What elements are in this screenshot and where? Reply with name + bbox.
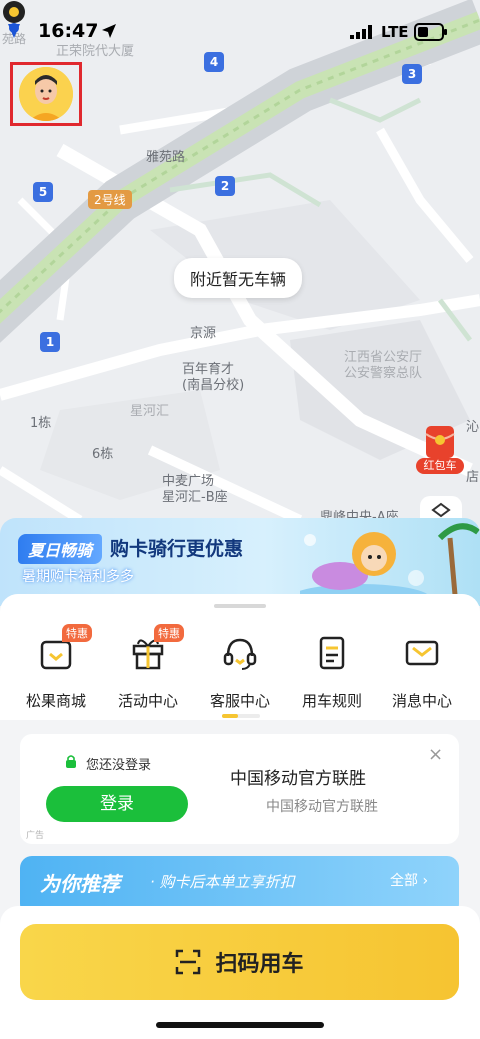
map-label: 沁 [466, 420, 480, 435]
route-badge: 3 [402, 64, 422, 84]
network-type: LTE [381, 23, 409, 41]
headset-icon [223, 638, 257, 670]
page-indicator [222, 714, 260, 718]
special-offer-badge: 特惠 [154, 624, 184, 642]
promo-mascot-illustration [300, 523, 480, 606]
promo-subtitle: 暑期购卡福利多多 [22, 569, 134, 585]
route-badge: 1 [40, 332, 60, 352]
rules-document-icon [319, 636, 345, 670]
menu-label: 消息中心 [391, 692, 452, 710]
promo-banner[interactable]: 夏日畅骑 购卡骑行更优惠 暑期购卡福利多多 [0, 518, 480, 606]
menu-panel: 特惠 松果商城 特惠 活动中心 客服中心 用车规则 消息中心 [0, 594, 480, 720]
login-button[interactable]: 登录 [46, 786, 188, 822]
avatar [19, 67, 73, 121]
ad-title: 中国移动官方联胜 [230, 769, 366, 789]
sheet-drag-handle[interactable] [214, 604, 266, 608]
map-label: 雅苑路 [146, 150, 186, 165]
location-arrow-icon [102, 24, 116, 38]
ad-card[interactable]: 您还没登录 登录 中国移动官方联胜 中国移动官方联胜 × 广告 [20, 734, 459, 844]
menu-label: 客服中心 [209, 692, 270, 710]
scan-bar: 扫码用车 [0, 906, 480, 1039]
scan-to-ride-button[interactable]: 扫码用车 [20, 924, 459, 1000]
envelope-icon [405, 640, 439, 666]
promo-tag: 夏日畅骑 [18, 534, 103, 564]
metro-line-badge: 2号线 [88, 190, 132, 209]
menu-label: 活动中心 [117, 692, 178, 710]
red-packet-label: 红包车 [416, 458, 464, 474]
menu-item-rules[interactable]: 用车规则 [286, 632, 378, 711]
map-label: 6栋 [92, 447, 114, 462]
recommend-all-link[interactable]: 全部 › [390, 870, 428, 890]
not-logged-in-text: 您还没登录 [86, 758, 152, 773]
route-badge: 5 [33, 182, 53, 202]
map-label: (南昌分校) [182, 378, 245, 393]
scan-label: 扫码用车 [215, 952, 304, 977]
lock-icon [66, 755, 76, 768]
special-offer-badge: 特惠 [62, 624, 92, 642]
map-label: 星河汇 [130, 404, 170, 419]
map-label: 星河汇-B座 [162, 490, 228, 505]
status-bar: 16:47 LTE [0, 0, 480, 56]
scan-icon [176, 949, 201, 975]
red-packet-car-button[interactable]: 红包车 [416, 424, 464, 478]
menu-label: 松果商城 [25, 692, 86, 710]
menu-item-service[interactable]: 客服中心 [194, 632, 286, 711]
ad-mark: 广告 [26, 831, 45, 841]
menu-item-messages[interactable]: 消息中心 [376, 632, 468, 711]
map-label: 公安警察总队 [344, 366, 423, 381]
home-indicator [156, 1022, 324, 1028]
recommend-subtitle: · 购卡后本单立享折扣 [150, 873, 295, 891]
menu-item-shop[interactable]: 特惠 松果商城 [10, 624, 102, 711]
ad-close-button[interactable]: × [428, 744, 443, 765]
user-avatar-button[interactable] [10, 62, 82, 126]
user-face-icon [19, 67, 73, 121]
ad-subtitle: 中国移动官方联胜 [266, 799, 378, 815]
map-label: 1栋 [30, 416, 52, 431]
menu-item-activity[interactable]: 特惠 活动中心 [102, 624, 194, 711]
status-time: 16:47 [38, 20, 99, 42]
signal-icon [350, 25, 372, 39]
battery-icon [414, 23, 447, 41]
menu-label: 用车规则 [301, 692, 362, 710]
promo-title: 购卡骑行更优惠 [110, 538, 244, 560]
map-label: 店 [466, 470, 480, 485]
no-vehicle-bubble: 附近暂无车辆 [174, 258, 303, 298]
map-label: 京源 [190, 326, 217, 341]
recommend-title: 为你推荐 [40, 872, 120, 896]
route-badge: 2 [215, 176, 235, 196]
